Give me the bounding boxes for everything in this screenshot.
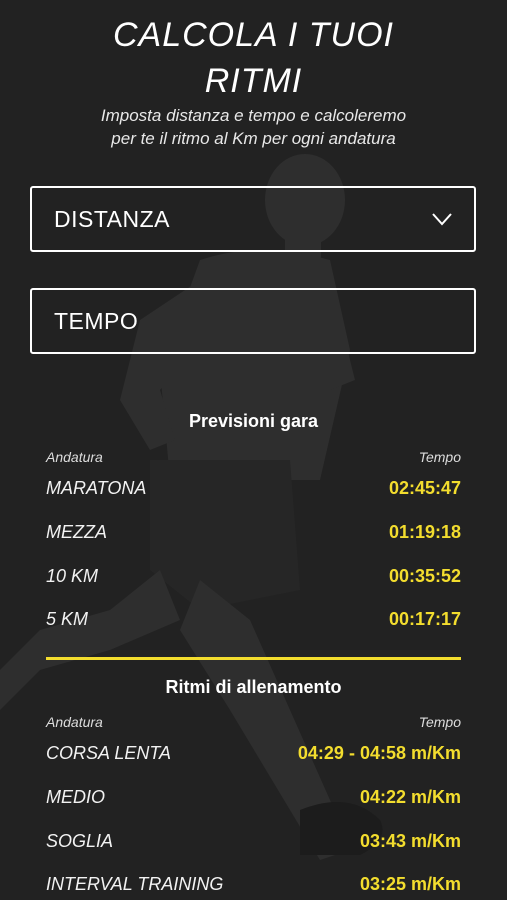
race-row-value: 01:19:18 bbox=[388, 522, 461, 542]
training-row-label: CORSA LENTA bbox=[46, 743, 172, 763]
training-row-label: MEDIO bbox=[46, 787, 106, 807]
training-col-andatura: Andatura bbox=[46, 714, 103, 730]
distance-select-label: DISTANZA bbox=[54, 205, 171, 232]
page-title-line-1: CALCOLA I TUOI bbox=[112, 16, 395, 54]
race-row-label: MEZZA bbox=[46, 522, 107, 542]
race-col-tempo: Tempo bbox=[418, 449, 461, 465]
training-row-label: SOGLIA bbox=[46, 831, 114, 851]
chevron-down-icon bbox=[432, 213, 452, 226]
race-row-label: MARATONA bbox=[46, 478, 147, 498]
time-input[interactable]: TEMPO bbox=[30, 288, 476, 354]
training-paces-title: Ritmi di allenamento bbox=[165, 677, 342, 697]
race-row-value: 00:17:17 bbox=[388, 609, 461, 629]
subtitle-line-1: Imposta distanza e tempo e calcoleremo bbox=[100, 106, 407, 125]
training-row-value: 04:29 - 04:58 m/Km bbox=[297, 743, 461, 763]
training-row-label: INTERVAL TRAINING bbox=[46, 874, 224, 894]
training-col-tempo: Tempo bbox=[418, 714, 461, 730]
race-col-andatura: Andatura bbox=[46, 449, 103, 465]
race-row-value: 00:35:52 bbox=[388, 566, 461, 586]
race-row-value: 02:45:47 bbox=[388, 478, 461, 498]
training-row-value: 03:43 m/Km bbox=[359, 831, 461, 851]
race-row-label: 5 KM bbox=[46, 609, 89, 629]
training-row-value: 03:25 m/Km bbox=[359, 874, 461, 894]
race-predictions-title: Previsioni gara bbox=[188, 411, 319, 431]
time-input-label: TEMPO bbox=[54, 307, 139, 334]
race-row-label: 10 KM bbox=[46, 566, 99, 586]
subtitle-line-2: per te il ritmo al Km per ogni andatura bbox=[111, 129, 396, 148]
distance-select[interactable]: DISTANZA bbox=[30, 186, 476, 252]
page-title-line-2: RITMI bbox=[204, 62, 303, 100]
section-divider bbox=[46, 657, 461, 660]
training-row-value: 04:22 m/Km bbox=[359, 787, 461, 807]
